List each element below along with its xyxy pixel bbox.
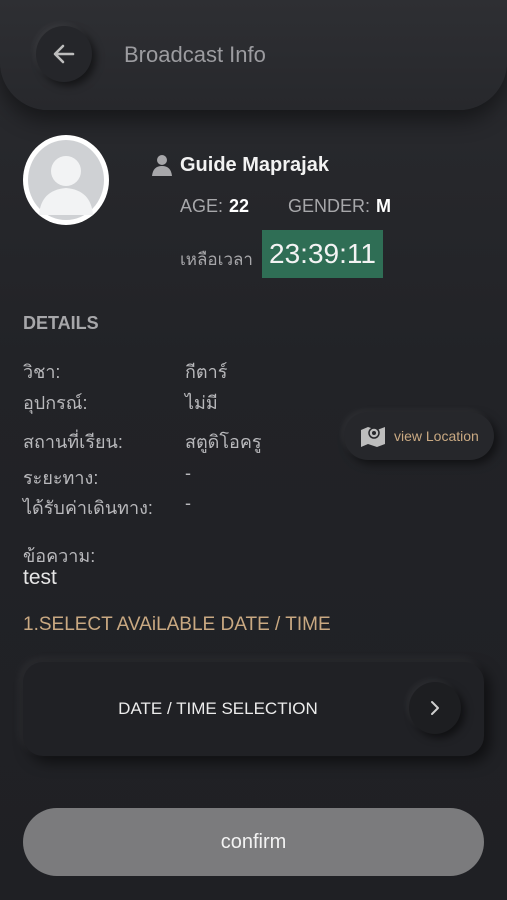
distance-value: - <box>185 463 191 483</box>
equipment-label: อุปกรณ์: <box>23 393 88 413</box>
remaining-time-label: เหลือเวลา <box>180 250 253 269</box>
subject-value: กีตาร์ <box>185 362 228 382</box>
age-row: AGE: 22 <box>180 196 249 217</box>
equipment-value: ไม่มี <box>185 393 218 413</box>
age-value: 22 <box>229 196 250 216</box>
travel-allowance-label: ได้รับค่าเดินทาง: <box>23 498 153 518</box>
gender-value: M <box>376 196 392 216</box>
age-label: AGE: <box>180 196 224 216</box>
user-name: Guide Maprajak <box>180 153 329 176</box>
avatar <box>23 135 109 225</box>
distance-label: ระยะทาง: <box>23 468 99 488</box>
gender-label: GENDER: <box>288 196 371 216</box>
person-icon <box>152 155 172 176</box>
countdown-timer: 23:39:11 <box>262 230 383 278</box>
user-placeholder-icon <box>28 140 104 220</box>
chevron-right-icon <box>431 701 439 715</box>
select-date-title: 1.SELECT AVAiLABLE DATE / TIME <box>23 614 331 635</box>
arrow-left-icon <box>53 44 75 64</box>
date-time-next-button[interactable] <box>409 682 461 734</box>
date-time-selection-card[interactable]: DATE / TIME SELECTION <box>23 662 484 756</box>
details-title: DETAILS <box>23 313 99 333</box>
travel-allowance-value: - <box>185 493 191 513</box>
view-location-label: view Location <box>394 428 479 444</box>
header-bar: Broadcast Info <box>0 0 507 110</box>
map-icon <box>361 427 385 447</box>
message-value: test <box>23 566 57 589</box>
gender-row: GENDER: M <box>288 196 391 217</box>
date-time-selection-label: DATE / TIME SELECTION <box>118 699 318 718</box>
place-value: สตูดิโอครู <box>185 432 262 452</box>
page-title: Broadcast Info <box>124 42 266 67</box>
place-label: สถานที่เรียน: <box>23 432 123 452</box>
back-button[interactable] <box>36 26 92 82</box>
subject-label: วิชา: <box>23 362 61 382</box>
name-row: Guide Maprajak <box>150 153 329 177</box>
view-location-button[interactable]: view Location <box>344 412 494 460</box>
confirm-button[interactable]: confirm <box>23 808 484 876</box>
